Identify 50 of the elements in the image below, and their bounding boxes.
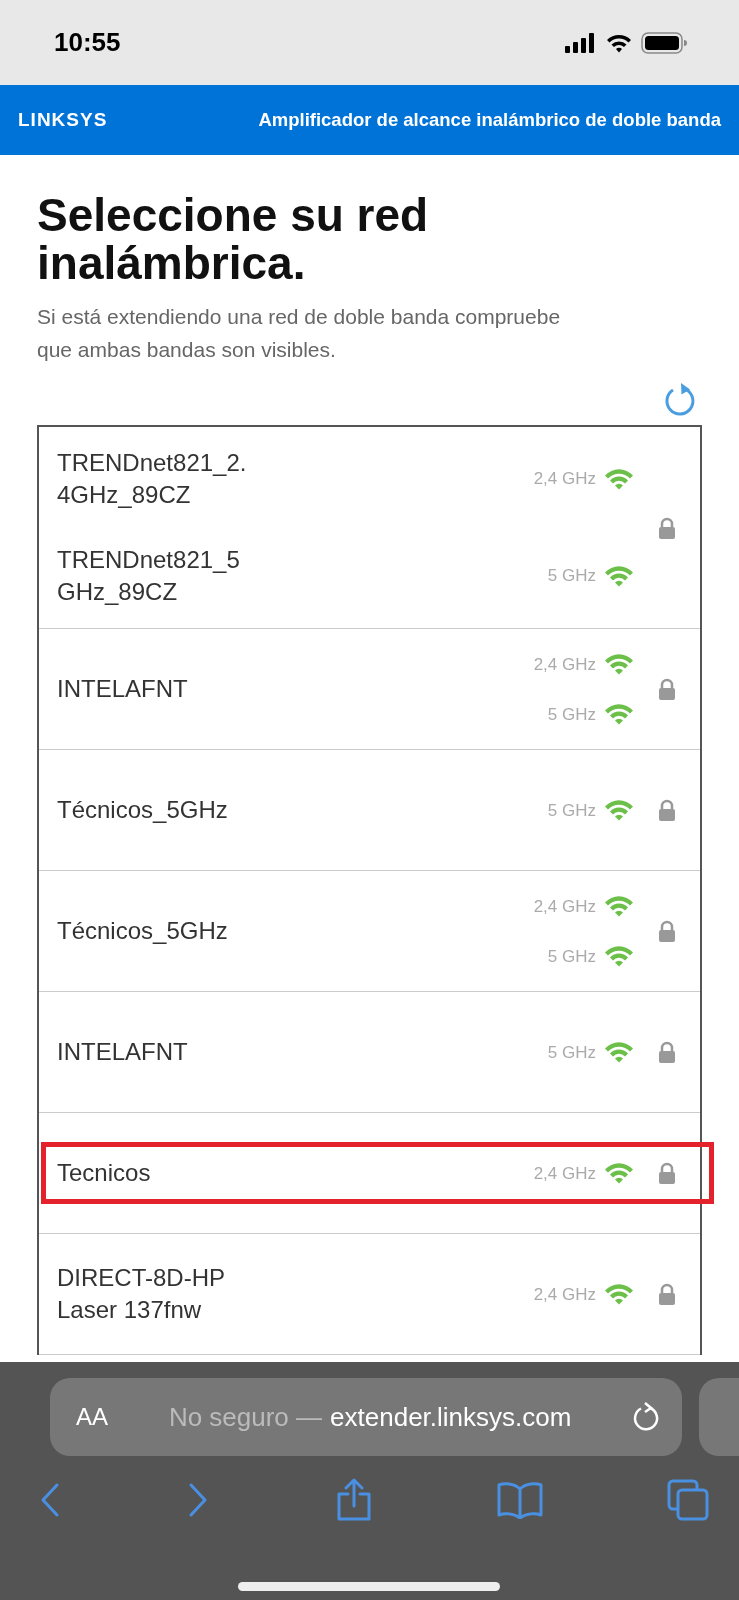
network-name: DIRECT-8D-HP Laser 137fnw	[57, 1262, 226, 1326]
instruction-text: Si está extendiendo una red de doble banda compruebe que ambas bandas son visibles.	[37, 303, 562, 364]
battery-icon	[641, 31, 687, 54]
signal-icon	[565, 32, 597, 53]
wifi-signal-icon	[604, 799, 634, 822]
wifi-icon	[605, 32, 633, 53]
address-bar[interactable]: AA No seguro — extender.linksys.com	[50, 1378, 683, 1456]
page-title: Seleccione su red inalámbrica.	[37, 191, 430, 288]
wifi-signal-icon	[604, 468, 634, 491]
network-row[interactable]: INTELAFNT 2,4 GHz 5 GHz	[39, 629, 700, 751]
band-label: 2,4 GHz	[533, 895, 596, 918]
header-title: Amplificador de alcance inalámbrico de doble banda	[258, 108, 721, 133]
wifi-signal-icon	[604, 945, 634, 968]
network-name: TRENDnet821_2. 4GHz_89CZ	[57, 447, 248, 511]
network-name: Técnicos_5GHz	[57, 916, 229, 947]
logo: LINKSYS	[18, 107, 108, 132]
band-label: 2,4 GHz	[533, 653, 596, 676]
network-name: Tecnicos	[57, 1158, 152, 1189]
band-label: 2,4 GHz	[533, 1283, 596, 1306]
network-name: INTELAFNT	[57, 1037, 189, 1068]
network-row[interactable]: Tecnicos 2,4 GHz	[39, 1113, 700, 1235]
wifi-signal-icon	[604, 653, 634, 676]
wifi-signal-icon	[604, 1162, 634, 1185]
wifi-signal-icon	[604, 564, 634, 587]
url-text: extender.linksys.com	[330, 1400, 572, 1434]
band-label: 5 GHz	[547, 945, 596, 968]
tabs-icon[interactable]	[667, 1479, 709, 1521]
network-name: Técnicos_5GHz	[57, 795, 229, 826]
network-row[interactable]: Técnicos_5GHz 5 GHz	[39, 750, 700, 872]
network-row[interactable]: Técnicos_5GHz 2,4 GHz 5 GHz	[39, 871, 700, 993]
security-label: No seguro —	[168, 1400, 323, 1434]
network-row[interactable]: TRENDnet821_2. 4GHz_89CZ 2,4 GHz TRENDnet821_5 GHz_89CZ 5 GHz	[39, 426, 700, 630]
band-label: 2,4 GHz	[533, 1162, 596, 1185]
band-label: 5 GHz	[547, 565, 596, 588]
wifi-signal-icon	[604, 1041, 634, 1064]
wifi-signal-icon	[604, 1283, 634, 1306]
band-label: 2,4 GHz	[533, 468, 596, 491]
wifi-signal-icon	[604, 703, 634, 726]
band-label: 5 GHz	[547, 703, 596, 726]
band-label: 5 GHz	[547, 1041, 596, 1064]
reload-icon[interactable]	[632, 1402, 661, 1432]
wifi-signal-icon	[604, 895, 634, 918]
network-row[interactable]: INTELAFNT 5 GHz	[39, 992, 700, 1114]
clock-time: 10:55	[54, 26, 121, 59]
band-label: 5 GHz	[547, 799, 596, 822]
network-name: INTELAFNT	[57, 674, 189, 705]
text-size-button[interactable]: AA	[76, 1399, 108, 1435]
network-row[interactable]: DIRECT-8D-HP Laser 137fnw 2,4 GHz	[39, 1234, 700, 1356]
network-name: TRENDnet821_5 GHz_89CZ	[57, 544, 241, 607]
bookmarks-icon[interactable]	[496, 1481, 543, 1519]
